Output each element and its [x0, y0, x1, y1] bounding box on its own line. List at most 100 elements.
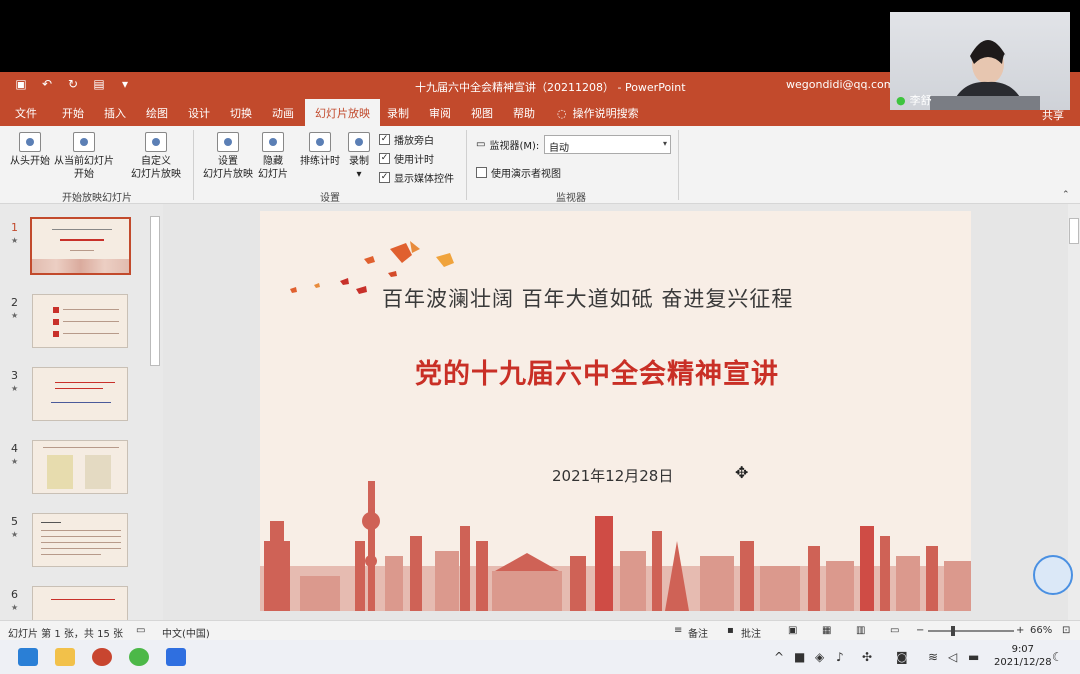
play-narrations-checkbox[interactable]: ✓ 播放旁白	[379, 132, 434, 147]
slideshow-view-icon[interactable]: ▭	[890, 625, 899, 636]
windows-start-icon[interactable]	[18, 648, 38, 666]
notification-moon-icon[interactable]: ☾	[1052, 650, 1063, 664]
thumbnail-scrollbar-thumb[interactable]	[150, 216, 160, 366]
custom-slide-show-button[interactable]: 自定义 幻灯片放映	[124, 132, 188, 181]
thumbnail-slide-6[interactable]: 6 ★	[0, 586, 150, 620]
comments-button[interactable]: 批注	[741, 625, 761, 640]
microphone-icon: ●	[896, 93, 906, 107]
from-beginning-label: 从头开始	[10, 156, 50, 167]
powerpoint-icon[interactable]	[92, 648, 112, 666]
system-clock[interactable]: 9:07 2021/12/28	[994, 643, 1052, 669]
tab-review[interactable]: 审阅	[429, 105, 451, 121]
monitor-select[interactable]: 自动 ▾	[544, 135, 671, 154]
show-hidden-icons-icon[interactable]: ^	[774, 650, 784, 664]
slide-scrollbar[interactable]	[1068, 204, 1080, 620]
thumbnail-image	[32, 367, 128, 421]
presenter-view-checkbox[interactable]: 使用演示者视图	[476, 165, 561, 180]
thumbnail-slide-4[interactable]: 4 ★	[0, 440, 150, 506]
tab-draw[interactable]: 绘图	[146, 105, 168, 121]
show-media-controls-checkbox[interactable]: ✓ 显示媒体控件	[379, 170, 454, 185]
thumbnail-slide-2[interactable]: 2 ★	[0, 294, 150, 360]
city-skyline-icon	[260, 481, 971, 611]
show-media-controls-label: 显示媒体控件	[394, 174, 454, 185]
current-slide[interactable]: 百年波澜壮阔 百年大道如砥 奋进复兴征程 党的十九届六中全会精神宣讲 2021年…	[260, 211, 971, 611]
slide-scrollbar-thumb[interactable]	[1069, 218, 1079, 244]
record-button[interactable]: 录制 ▾	[344, 132, 374, 181]
thumbnail-slide-3[interactable]: 3 ★	[0, 367, 150, 433]
normal-view-icon[interactable]: ▣	[788, 625, 797, 636]
tab-record[interactable]: 录制	[387, 105, 409, 121]
presenter-view-label: 使用演示者视图	[491, 169, 561, 180]
tray-app-icon[interactable]: ■	[794, 650, 805, 664]
slide-subtitle: 百年波澜壮阔 百年大道如砥 奋进复兴征程	[382, 287, 794, 311]
thumbnail-image	[32, 586, 128, 620]
meeting-app-icon[interactable]	[166, 648, 186, 666]
monitor-value: 自动	[549, 143, 569, 154]
ribbon-separator	[678, 130, 679, 200]
tab-slide-show[interactable]: 幻灯片放映	[305, 99, 380, 126]
wifi-icon[interactable]: ≋	[928, 650, 938, 664]
language-indicator[interactable]: 中文(中国)	[162, 625, 210, 640]
tab-design[interactable]: 设计	[188, 105, 210, 121]
hide-slide-button[interactable]: 隐藏 幻灯片	[256, 132, 290, 181]
tab-view[interactable]: 视图	[471, 105, 493, 121]
account-email[interactable]: wegondidi@qq.com	[786, 78, 894, 91]
zoom-slider-knob[interactable]	[951, 626, 955, 636]
microphone-icon[interactable]: ♪	[836, 650, 844, 664]
redo-icon[interactable]: ↻	[66, 77, 80, 91]
slide-sorter-icon[interactable]: ▦	[822, 625, 831, 636]
qq-icon[interactable]: ◙	[896, 650, 908, 664]
volume-icon[interactable]: ◁	[948, 650, 957, 664]
zoom-slider[interactable]	[928, 630, 1014, 632]
tab-transitions[interactable]: 切换	[230, 105, 252, 121]
thumbnail-number: 4	[11, 442, 18, 455]
collapse-ribbon-icon[interactable]: ⌃	[1062, 190, 1070, 200]
tab-home[interactable]: 开始	[62, 105, 84, 121]
tab-file[interactable]: 文件	[15, 105, 37, 121]
battery-icon[interactable]: ▬	[968, 650, 979, 664]
rehearse-timings-button[interactable]: 排练计时	[298, 132, 342, 168]
floating-assistant-icon[interactable]	[1033, 555, 1073, 595]
use-timings-checkbox[interactable]: ✓ 使用计时	[379, 151, 434, 166]
save-icon[interactable]: ▣	[14, 77, 28, 91]
tell-me-search[interactable]: ◌ 操作说明搜索	[557, 105, 639, 121]
undo-icon[interactable]: ↶	[40, 77, 54, 91]
present-icon[interactable]: ▤	[92, 77, 106, 91]
custom-label-1: 自定义	[141, 156, 171, 167]
slideshow-start-icon	[19, 132, 41, 152]
set-up-slide-show-button[interactable]: 设置 幻灯片放映	[202, 132, 254, 181]
group-setup-label: 设置	[320, 193, 340, 204]
thumbnail-number: 6	[11, 588, 18, 601]
ribbon-separator	[466, 130, 467, 200]
animation-star-icon: ★	[11, 530, 19, 539]
from-beginning-button[interactable]: 从头开始	[8, 132, 52, 168]
tab-help[interactable]: 帮助	[513, 105, 535, 121]
move-cursor-icon: ✥	[735, 463, 749, 482]
zoom-out-button[interactable]: −	[916, 625, 924, 636]
zoom-in-button[interactable]: +	[1016, 625, 1024, 636]
thumbnail-slide-1[interactable]: 1 ★	[0, 217, 150, 285]
tab-animations[interactable]: 动画	[272, 105, 294, 121]
monitor-label-row: ▭ 监视器(M):	[476, 137, 539, 152]
input-method-icon[interactable]: ✣	[862, 650, 872, 664]
zoom-level[interactable]: 66%	[1030, 625, 1052, 636]
thumbnail-slide-5[interactable]: 5 ★	[0, 513, 150, 579]
security-icon[interactable]: ◈	[815, 650, 824, 664]
group-monitor-label: 监视器	[556, 193, 586, 204]
animation-star-icon: ★	[11, 236, 19, 245]
empty-checkbox-icon	[476, 167, 487, 178]
notes-button[interactable]: 备注	[688, 625, 708, 640]
file-explorer-icon[interactable]	[55, 648, 75, 666]
hide-label-1: 隐藏	[263, 156, 283, 167]
clock-time: 9:07	[1011, 644, 1035, 655]
reading-view-icon[interactable]: ▥	[856, 625, 865, 636]
thumbnail-scrollbar[interactable]	[147, 204, 163, 620]
accessibility-icon[interactable]: ▭	[136, 625, 145, 636]
animation-star-icon: ★	[11, 457, 19, 466]
tab-insert[interactable]: 插入	[104, 105, 126, 121]
custom-label-2: 幻灯片放映	[131, 169, 181, 180]
customize-dropdown-icon[interactable]: ▾	[118, 77, 132, 91]
fit-to-window-icon[interactable]: ⊡	[1062, 625, 1070, 636]
from-current-slide-button[interactable]: 从当前幻灯片 开始	[52, 132, 116, 181]
wechat-icon[interactable]	[129, 648, 149, 666]
